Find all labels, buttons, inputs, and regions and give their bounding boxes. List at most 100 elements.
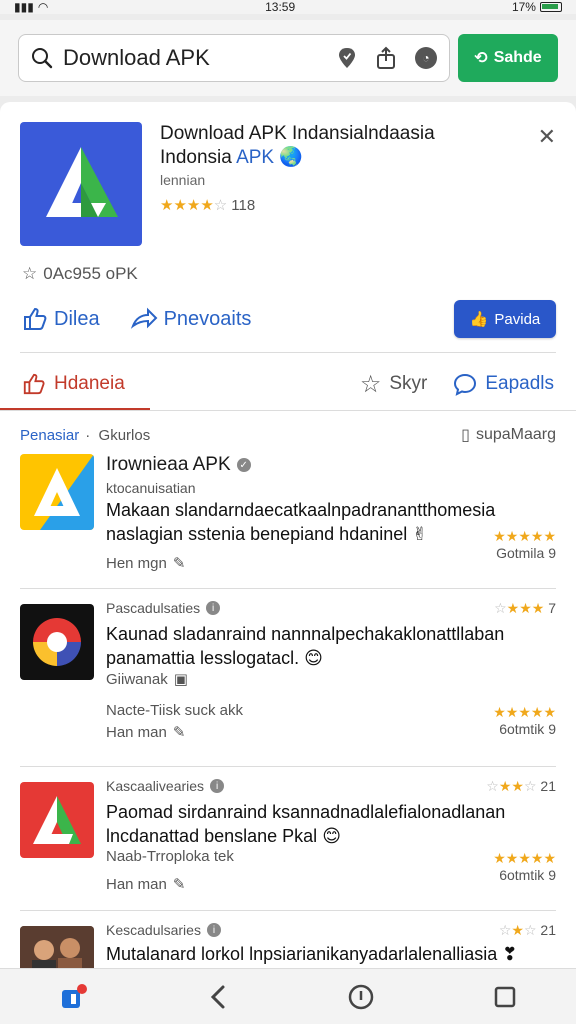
divider xyxy=(20,352,556,353)
app-switcher-icon[interactable] xyxy=(59,982,89,1012)
item-thumbnail xyxy=(20,926,94,968)
rating-stars: ★★★★★ xyxy=(493,528,556,544)
item-icon xyxy=(20,782,94,858)
item-title: Pascadulsaties i xyxy=(106,600,556,616)
like-label: Dilea xyxy=(54,307,100,330)
app-title-word: Indonsia xyxy=(160,147,232,168)
search-row: Download APK ◔ ⟲ Sahde xyxy=(0,20,576,96)
bookmark-icon: ▯ xyxy=(461,427,470,444)
like-button[interactable]: Dilea xyxy=(22,306,100,332)
verified-icon: ✓ xyxy=(236,458,251,472)
item-desc-line2: panamattia lesslogatacl. 😊 xyxy=(106,646,556,670)
tab-chat[interactable]: Eapadls xyxy=(453,370,554,399)
item-meta: Han man ✎ xyxy=(106,875,556,894)
info-icon: i xyxy=(206,601,221,615)
share-arrow-icon xyxy=(130,307,157,329)
home-icon[interactable] xyxy=(347,983,375,1011)
filter-row: Penasiar · Gkurlos ▯ supaMaarg xyxy=(20,424,556,446)
divider xyxy=(20,766,556,767)
item-desc-text: naslagian sstenia benepiand hdaninel xyxy=(106,524,408,544)
primary-action-button[interactable]: 👍 Pavida xyxy=(454,300,556,338)
item-top-right-label: 7 xyxy=(548,600,556,616)
smiley-icon: 😊 xyxy=(322,826,341,846)
tab-star[interactable]: ☆ Skyr xyxy=(360,370,428,399)
item-icon xyxy=(20,454,94,530)
filter-right[interactable]: ▯ supaMaarg xyxy=(461,425,556,445)
filter-primary[interactable]: Penasiar xyxy=(20,427,79,444)
item-title-text: Kascaalivearies xyxy=(106,778,205,794)
app-logo-icon xyxy=(34,454,94,530)
item-title: Irownieaa APK ✓ xyxy=(106,454,556,476)
item-desc-line1: Kaunad sladanraind nannnalpechakaklonatt… xyxy=(106,624,505,644)
item-meta: Han man ✎ xyxy=(106,723,556,742)
search-input[interactable]: Download APK ◔ xyxy=(18,34,450,82)
share-label: Pnevoaits xyxy=(163,307,252,330)
item-sub: Giiwanak ▣ xyxy=(106,670,556,689)
app-meta: ☆ 0Ac955 οPK xyxy=(22,264,138,284)
item-body: Pascadulsaties i Kaunad sladanraind nann… xyxy=(106,600,556,741)
item-desc-text: panamattia lesslogatacl. xyxy=(106,648,300,668)
item-right-label: 6otmtik 9 xyxy=(499,867,556,883)
rating-stars: ☆★☆ xyxy=(498,922,537,938)
rating-stars: ★★★★☆ xyxy=(160,197,228,214)
app-title-line1: Download APK Indansialndaasia xyxy=(160,123,435,144)
rating-stars: ★★★★★ xyxy=(493,850,556,866)
navigation-bar xyxy=(0,968,576,1024)
app-meta-text: 0Ac955 οPK xyxy=(43,264,138,283)
settings-icon[interactable]: ◔ xyxy=(415,47,437,69)
app-detail-card: Download APK Indansialndaasia Indonsia A… xyxy=(0,102,576,968)
battery-percent: 17% xyxy=(511,0,536,14)
item-desc-line1: Paomad sirdanraind ksannadnadlalefialona… xyxy=(106,802,506,822)
emoji-icon: ❣ xyxy=(502,944,518,964)
star-outline-icon: ☆ xyxy=(22,264,38,283)
item-icon xyxy=(20,604,94,680)
item-meta-text: Han man xyxy=(106,723,167,741)
item-body: Kescadulsaries i Mutalanard lorkol lnpsi… xyxy=(106,922,556,966)
item-top-right-label: 21 xyxy=(540,922,556,938)
tab-chat-label: Eapadls xyxy=(485,373,554,394)
share-icon[interactable] xyxy=(375,46,397,70)
app-logo-icon xyxy=(33,796,81,844)
back-icon[interactable] xyxy=(206,983,230,1011)
item-top-rating: ☆★☆ 21 xyxy=(499,922,556,939)
list-item[interactable]: Irownieaa APK ✓ ktocanuisatian Makaan sl… xyxy=(20,454,556,572)
thumbs-up-icon xyxy=(23,373,45,395)
item-rating: ★★★★★ 6otmtik 9 xyxy=(493,850,556,883)
item-title-text: Kescadulsaries xyxy=(106,922,201,938)
list-item[interactable]: Kescadulsaries i Mutalanard lorkol lnpsi… xyxy=(20,922,556,968)
item-desc-line2: naslagian sstenia benepiand hdaninel ✌ xyxy=(106,522,556,546)
app-icon[interactable] xyxy=(20,122,142,246)
location-pin-icon[interactable] xyxy=(337,47,357,69)
status-right: 17% xyxy=(512,0,562,14)
tab-star-label: Skyr xyxy=(389,373,428,394)
people-photo-icon xyxy=(20,926,94,968)
divider xyxy=(20,910,556,911)
share-action-button[interactable]: Pnevoaits xyxy=(130,306,252,332)
divider xyxy=(20,588,556,589)
recents-icon[interactable] xyxy=(492,984,518,1010)
search-button[interactable]: ⟲ Sahde xyxy=(458,34,558,82)
search-icon xyxy=(32,48,53,69)
edit-icon: ✎ xyxy=(172,555,186,572)
emoji-icon: ✌ xyxy=(412,524,428,544)
item-title-text: Pascadulsaties xyxy=(106,600,201,616)
tabs: Hdaneia ☆ Skyr Eapadls xyxy=(0,356,576,412)
tabs-right: ☆ Skyr Eapadls xyxy=(360,370,554,399)
chat-bubble-icon xyxy=(454,373,477,396)
tab-active[interactable]: Hdaneia xyxy=(22,372,125,396)
list-item[interactable]: Pascadulsaties i Kaunad sladanraind nann… xyxy=(20,600,556,750)
app-header: Download APK Indansialndaasia Indonsia A… xyxy=(20,122,556,252)
item-title-text: Irownieaa APK xyxy=(106,454,231,475)
item-body: Irownieaa APK ✓ ktocanuisatian Makaan sl… xyxy=(106,454,556,572)
primary-action-label: Pavida xyxy=(494,310,541,328)
filter-secondary[interactable]: Gkurlos xyxy=(99,427,151,444)
status-left: ▮▮▮ ◠ xyxy=(14,0,48,14)
wifi-icon: ◠ xyxy=(37,0,49,14)
close-icon[interactable]: ✕ xyxy=(538,124,556,150)
item-desc-line1: Mutalanard lorkol lnpsiarianikanyadarlal… xyxy=(106,942,556,966)
app-title-line2: Indonsia APK 🌏 xyxy=(160,146,520,170)
item-top-right-label: 21 xyxy=(540,778,556,794)
status-bar: ▮▮▮ ◠ 13:59 17% xyxy=(0,0,576,14)
filter-right-label: supaMaarg xyxy=(475,426,556,443)
list-item[interactable]: Kascaalivearies i Paomad sirdanraind ksa… xyxy=(20,778,556,904)
